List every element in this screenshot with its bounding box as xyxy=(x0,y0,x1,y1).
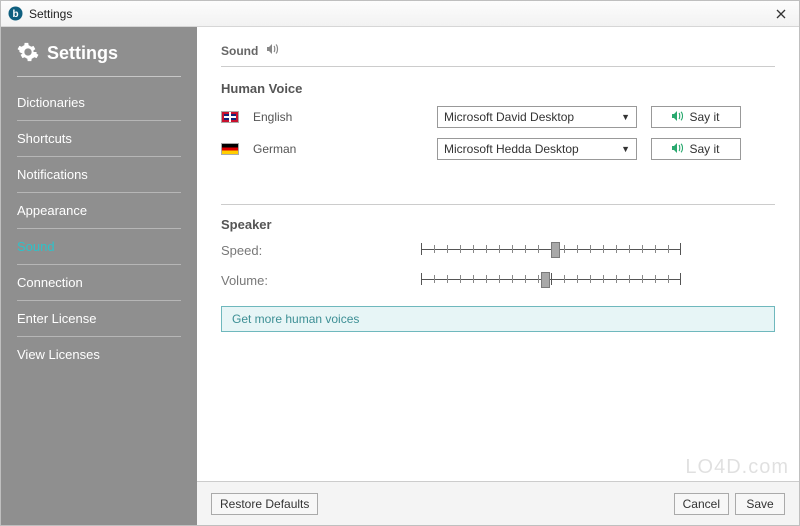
voice-row-english: English Microsoft David Desktop ▼ Say it xyxy=(221,106,775,128)
speaker-heading: Speaker xyxy=(221,217,775,232)
sidebar-item-shortcuts[interactable]: Shortcuts xyxy=(17,121,181,157)
voice-lang-label: German xyxy=(253,142,423,156)
sidebar-title: Settings xyxy=(47,43,118,64)
slider-thumb[interactable] xyxy=(551,242,560,258)
sidebar-item-label: Dictionaries xyxy=(17,95,85,110)
close-button[interactable] xyxy=(769,5,793,23)
sidebar-item-label: Appearance xyxy=(17,203,87,218)
section-header: Sound xyxy=(221,43,775,58)
sidebar-item-dictionaries[interactable]: Dictionaries xyxy=(17,85,181,121)
svg-text:b: b xyxy=(12,9,18,20)
sidebar-item-label: View Licenses xyxy=(17,347,100,362)
sidebar-header: Settings xyxy=(17,41,181,77)
cancel-label: Cancel xyxy=(683,497,720,511)
say-it-label: Say it xyxy=(689,110,719,124)
restore-label: Restore Defaults xyxy=(220,497,309,511)
get-more-label: Get more human voices xyxy=(232,312,359,326)
sidebar-item-appearance[interactable]: Appearance xyxy=(17,193,181,229)
gear-icon xyxy=(17,41,39,66)
save-label: Save xyxy=(746,497,773,511)
flag-de-icon xyxy=(221,143,239,155)
sidebar-item-view-licenses[interactable]: View Licenses xyxy=(17,337,181,372)
sidebar-item-enter-license[interactable]: Enter License xyxy=(17,301,181,337)
sidebar-item-sound[interactable]: Sound xyxy=(17,229,181,265)
say-it-button-german[interactable]: Say it xyxy=(651,138,741,160)
sidebar-item-connection[interactable]: Connection xyxy=(17,265,181,301)
app-icon: b xyxy=(7,6,23,22)
human-voice-heading: Human Voice xyxy=(221,81,775,96)
sidebar: Settings Dictionaries Shortcuts Notifica… xyxy=(1,27,197,525)
sound-icon xyxy=(266,43,280,58)
divider xyxy=(221,204,775,205)
speaker-icon xyxy=(672,142,684,156)
voice-select-english[interactable]: Microsoft David Desktop ▼ xyxy=(437,106,637,128)
restore-defaults-button[interactable]: Restore Defaults xyxy=(211,493,318,515)
speed-row: Speed: xyxy=(221,242,775,258)
window-title: Settings xyxy=(29,7,72,21)
voice-select-german[interactable]: Microsoft Hedda Desktop ▼ xyxy=(437,138,637,160)
chevron-down-icon: ▼ xyxy=(621,112,630,122)
voice-select-value: Microsoft David Desktop xyxy=(444,110,574,124)
save-button[interactable]: Save xyxy=(735,493,785,515)
chevron-down-icon: ▼ xyxy=(621,144,630,154)
sidebar-item-notifications[interactable]: Notifications xyxy=(17,157,181,193)
divider xyxy=(221,66,775,67)
speed-slider[interactable] xyxy=(421,242,681,258)
settings-window: b Settings Settings Dictionaries Shortcu… xyxy=(0,0,800,526)
speed-label: Speed: xyxy=(221,243,421,258)
sidebar-item-label: Enter License xyxy=(17,311,97,326)
flag-uk-icon xyxy=(221,111,239,123)
voice-select-value: Microsoft Hedda Desktop xyxy=(444,142,579,156)
sidebar-item-label: Notifications xyxy=(17,167,88,182)
volume-slider[interactable] xyxy=(421,272,681,288)
titlebar: b Settings xyxy=(1,1,799,27)
voice-lang-label: English xyxy=(253,110,423,124)
voice-row-german: German Microsoft Hedda Desktop ▼ Say it xyxy=(221,138,775,160)
say-it-button-english[interactable]: Say it xyxy=(651,106,741,128)
speaker-icon xyxy=(672,110,684,124)
window-body: Settings Dictionaries Shortcuts Notifica… xyxy=(1,27,799,525)
close-icon xyxy=(776,9,786,19)
sidebar-item-label: Connection xyxy=(17,275,83,290)
slider-thumb[interactable] xyxy=(541,272,550,288)
sidebar-item-label: Sound xyxy=(17,239,55,254)
sidebar-item-label: Shortcuts xyxy=(17,131,72,146)
section-title: Sound xyxy=(221,44,258,58)
volume-row: Volume: xyxy=(221,272,775,288)
volume-label: Volume: xyxy=(221,273,421,288)
say-it-label: Say it xyxy=(689,142,719,156)
cancel-button[interactable]: Cancel xyxy=(674,493,729,515)
content-pane: Sound Human Voice English Microsoft Davi… xyxy=(197,27,799,525)
get-more-voices-button[interactable]: Get more human voices xyxy=(221,306,775,332)
footer: Restore Defaults Cancel Save xyxy=(197,481,799,525)
